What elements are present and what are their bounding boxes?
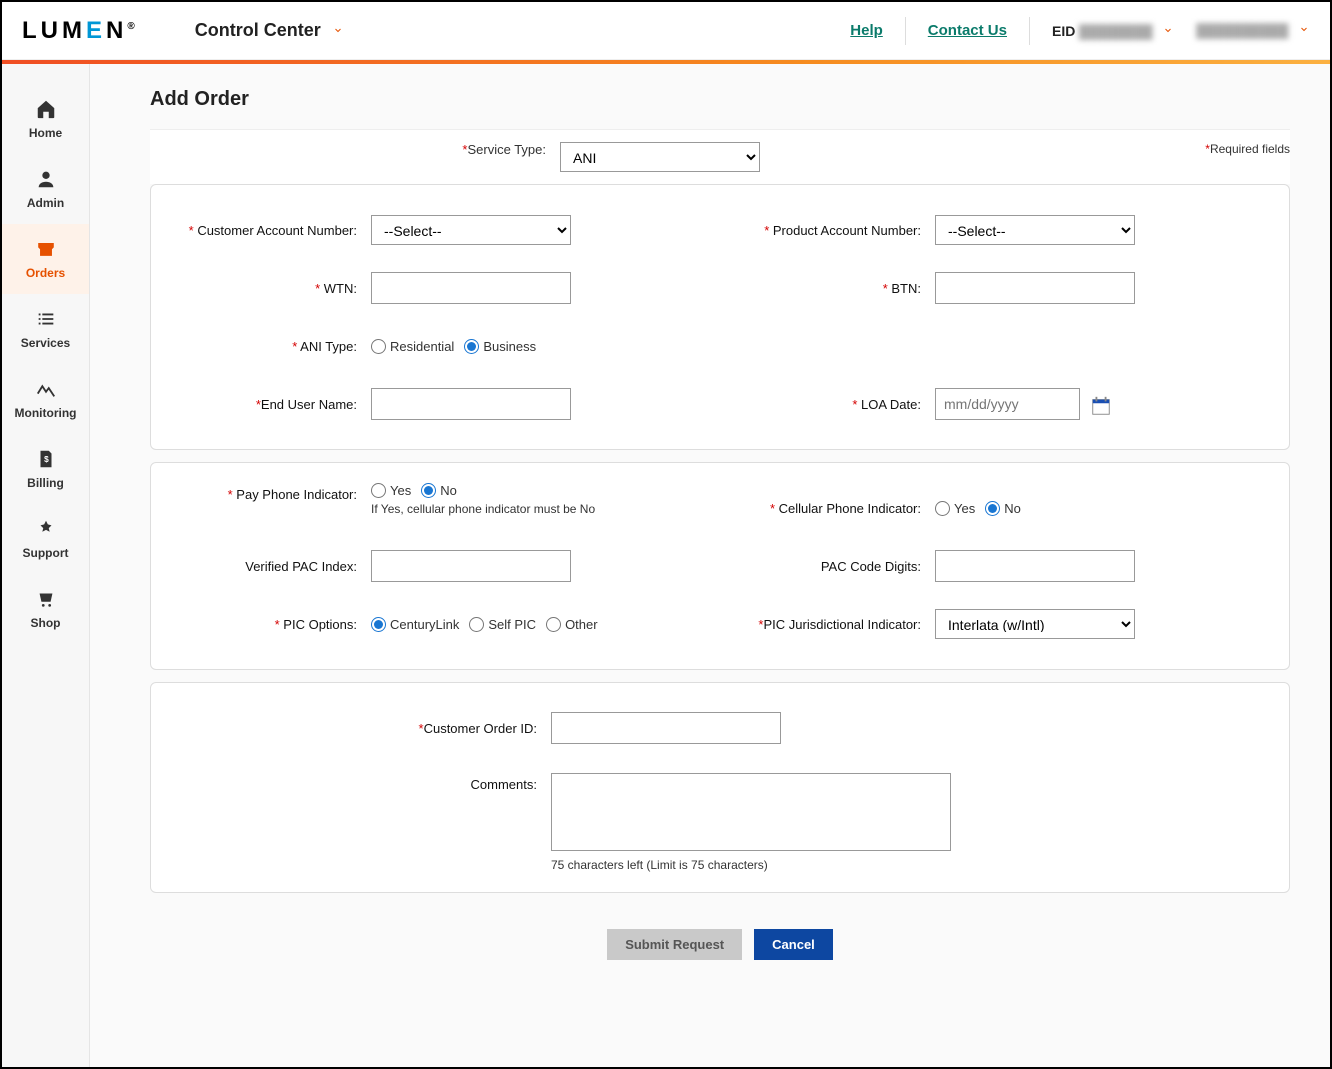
main-content: Add Order *Service Type: ANI *Required f… <box>90 64 1330 1067</box>
contact-link[interactable]: Contact Us <box>928 22 1007 39</box>
pic-centurylink-radio[interactable] <box>371 617 386 632</box>
pay-no-radio[interactable] <box>421 483 436 498</box>
pic-self-radio[interactable] <box>469 617 484 632</box>
sidebar: Home Admin Orders Services Monitoring $ … <box>2 64 90 1067</box>
help-link[interactable]: Help <box>850 22 883 39</box>
comments-hint: 75 characters left (Limit is 75 characte… <box>551 858 1269 872</box>
customer-account-select[interactable]: --Select-- <box>371 215 571 245</box>
pay-yes-radio[interactable] <box>371 483 386 498</box>
pac-index-input[interactable] <box>371 550 571 582</box>
topbar: LUMEN® Control Center Help Contact Us EI… <box>2 2 1330 60</box>
eid-menu[interactable]: EID ████████ <box>1052 23 1174 39</box>
pac-code-input[interactable] <box>935 550 1135 582</box>
chevron-down-icon <box>332 20 344 41</box>
cell-phone-radio: Yes No <box>935 501 1269 516</box>
pay-phone-radio: Yes No <box>371 483 705 498</box>
customer-order-id-input[interactable] <box>551 712 781 744</box>
monitoring-icon <box>35 378 57 400</box>
chevron-down-icon <box>1162 24 1174 39</box>
end-user-input[interactable] <box>371 388 571 420</box>
submit-button[interactable]: Submit Request <box>607 929 742 960</box>
pay-phone-hint: If Yes, cellular phone indicator must be… <box>371 502 705 516</box>
account-menu[interactable]: ██████████ <box>1196 23 1310 38</box>
calendar-icon[interactable] <box>1090 395 1112 417</box>
support-icon <box>35 518 57 540</box>
cell-yes-radio[interactable] <box>935 501 950 516</box>
sidebar-item-admin[interactable]: Admin <box>2 154 89 224</box>
panel-account-info: * Customer Account Number: --Select-- * … <box>150 184 1290 450</box>
panel-phone-info: * Pay Phone Indicator: Yes No If Yes, ce… <box>150 462 1290 670</box>
divider <box>1029 17 1030 45</box>
loa-date-input[interactable] <box>935 388 1080 420</box>
cell-no-radio[interactable] <box>985 501 1000 516</box>
btn-input[interactable] <box>935 272 1135 304</box>
logo: LUMEN® <box>22 17 135 45</box>
comments-textarea[interactable] <box>551 773 951 851</box>
ani-business-radio[interactable] <box>464 339 479 354</box>
admin-icon <box>35 168 57 190</box>
sidebar-item-shop[interactable]: Shop <box>2 574 89 644</box>
wtn-input[interactable] <box>371 272 571 304</box>
ani-type-radio: Residential Business <box>371 339 705 354</box>
product-account-select[interactable]: --Select-- <box>935 215 1135 245</box>
service-type-select[interactable]: ANI <box>560 142 760 172</box>
services-icon <box>35 308 57 330</box>
shop-icon <box>35 588 57 610</box>
divider <box>905 17 906 45</box>
billing-icon: $ <box>35 448 57 470</box>
required-note: *Required fields <box>1205 142 1290 156</box>
action-row: Submit Request Cancel <box>150 905 1290 1000</box>
sidebar-item-billing[interactable]: $ Billing <box>2 434 89 504</box>
chevron-down-icon <box>1298 23 1310 38</box>
home-icon <box>35 98 57 120</box>
sidebar-item-monitoring[interactable]: Monitoring <box>2 364 89 434</box>
pic-other-radio[interactable] <box>546 617 561 632</box>
service-type-label: Service Type: <box>467 142 546 157</box>
ani-residential-radio[interactable] <box>371 339 386 354</box>
page-title: Add Order <box>150 88 1290 111</box>
service-type-row: *Service Type: ANI *Required fields <box>150 129 1290 184</box>
cancel-button[interactable]: Cancel <box>754 929 833 960</box>
pic-juris-select[interactable]: Interlata (w/Intl) <box>935 609 1135 639</box>
svg-text:$: $ <box>44 455 49 464</box>
sidebar-item-services[interactable]: Services <box>2 294 89 364</box>
pic-options-radio: CenturyLink Self PIC Other <box>371 617 705 632</box>
app-switcher[interactable]: Control Center <box>195 20 344 41</box>
orders-icon <box>35 238 57 260</box>
sidebar-item-orders[interactable]: Orders <box>2 224 89 294</box>
panel-order-id: *Customer Order ID: Comments: 75 charact… <box>150 682 1290 893</box>
sidebar-item-home[interactable]: Home <box>2 84 89 154</box>
sidebar-item-support[interactable]: Support <box>2 504 89 574</box>
